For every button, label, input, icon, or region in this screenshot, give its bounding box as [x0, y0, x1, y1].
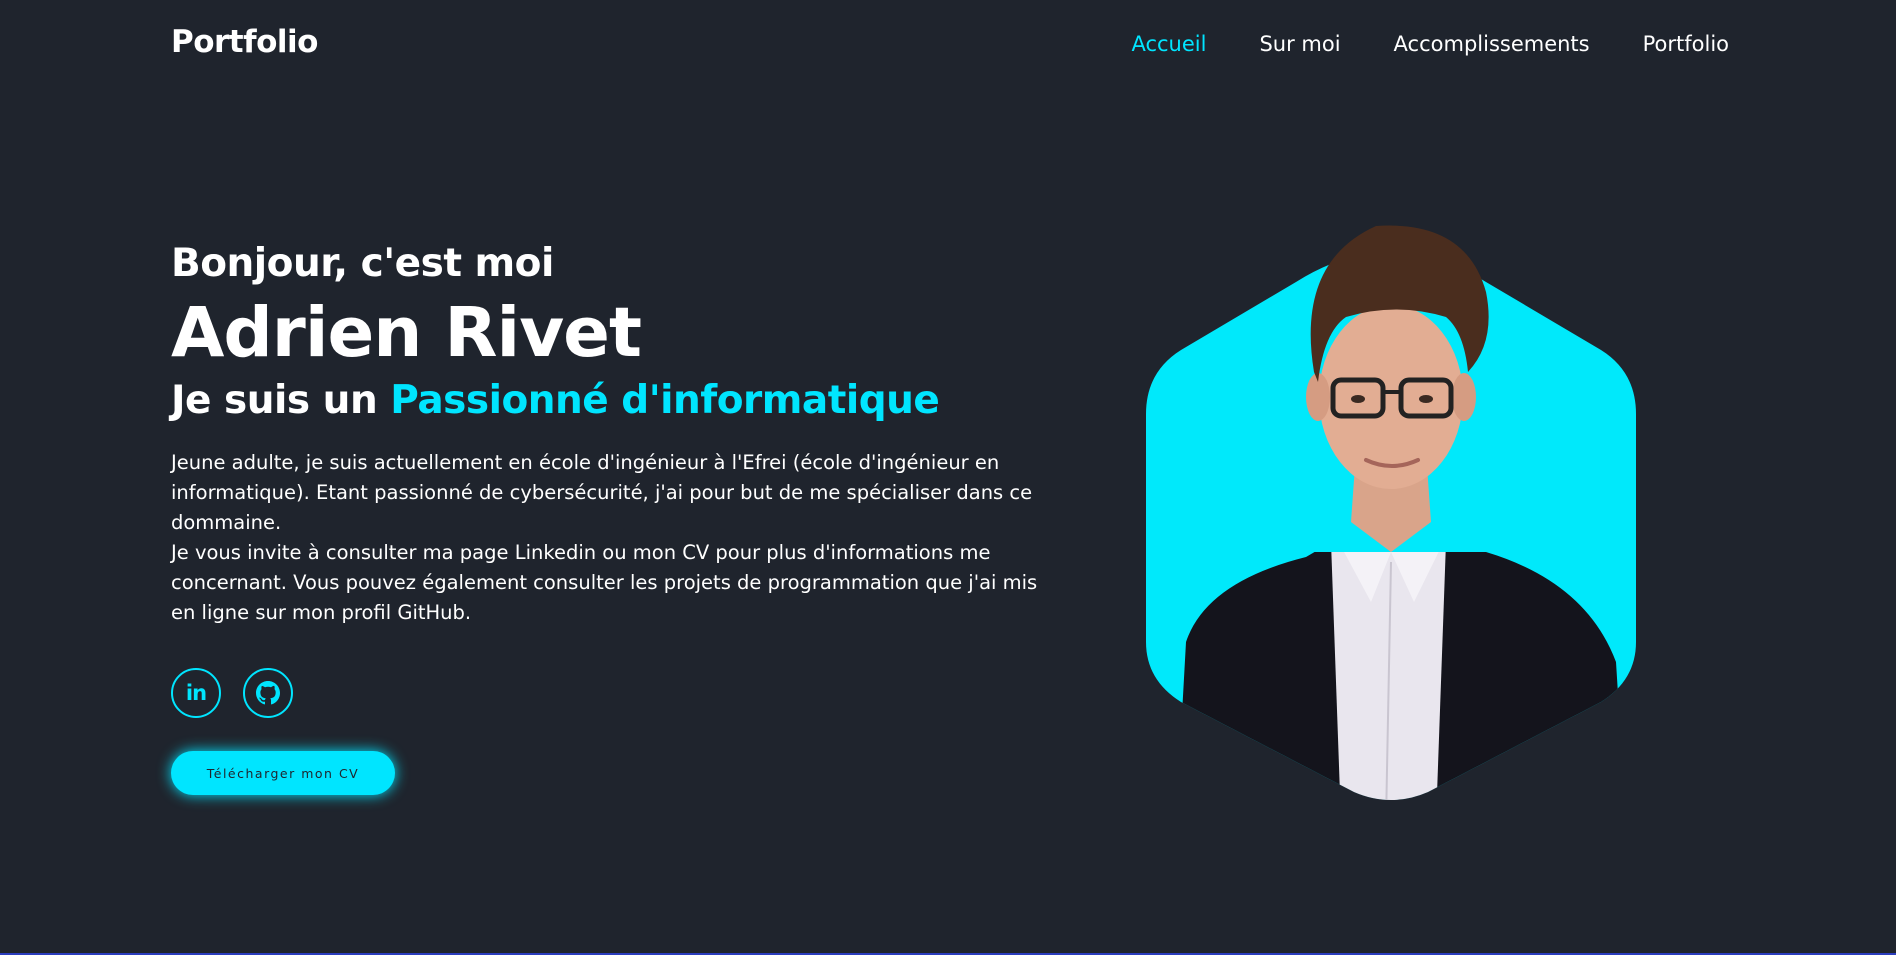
linkedin-link[interactable]: in	[171, 668, 221, 718]
page: Portfolio Accueil Sur moi Accomplissemen…	[0, 0, 1896, 955]
portrait-image	[1146, 225, 1636, 800]
nav-item-sur-moi[interactable]: Sur moi	[1259, 32, 1340, 56]
home-content: Bonjour, c'est moi Adrien Rivet Je suis …	[171, 238, 1071, 795]
bio-paragraph-1: Jeune adulte, je suis actuellement en éc…	[171, 451, 1033, 534]
logo-link[interactable]: Portfolio	[171, 24, 318, 60]
social-links: in	[171, 668, 1071, 718]
greeting-heading: Bonjour, c'est moi	[171, 241, 554, 286]
main-nav: Accueil Sur moi Accomplissements Portfol…	[1078, 32, 1729, 56]
bio-paragraph-2: Je vous invite à consulter ma page Linke…	[171, 541, 1038, 624]
role-prefix: Je suis un	[171, 378, 391, 423]
header: Portfolio Accueil Sur moi Accomplissemen…	[0, 0, 1896, 94]
nav-item-accomplissements[interactable]: Accomplissements	[1394, 32, 1590, 56]
github-icon	[256, 681, 280, 705]
role-highlight: Passionné d'informatique	[390, 378, 940, 423]
nav-item-portfolio[interactable]: Portfolio	[1643, 32, 1729, 56]
bio-text: Jeune adulte, je suis actuellement en éc…	[171, 448, 1051, 628]
role-heading: Je suis un Passionné d'informatique	[171, 374, 1071, 428]
linkedin-icon: in	[185, 681, 207, 705]
name-heading: Adrien Rivet	[171, 293, 642, 373]
download-cv-button[interactable]: Télécharger mon CV	[171, 751, 395, 795]
github-link[interactable]	[243, 668, 293, 718]
nav-item-accueil[interactable]: Accueil	[1131, 32, 1206, 56]
